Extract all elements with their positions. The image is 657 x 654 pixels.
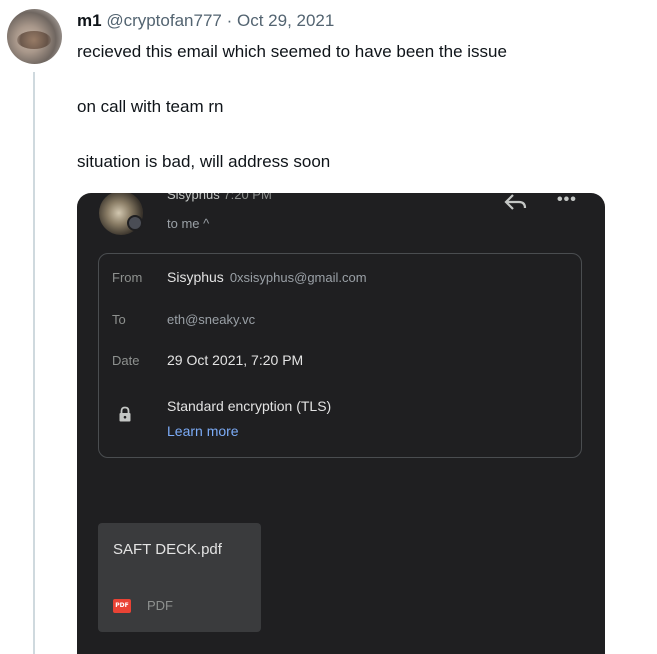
- learn-more-link[interactable]: Learn more: [167, 423, 239, 439]
- to-label: To: [112, 312, 126, 327]
- email-screenshot[interactable]: Sisyphus 7:20 PM to me ^ ••• From Sisyph…: [77, 193, 605, 654]
- lock-icon: [119, 406, 131, 422]
- email-time: 7:20 PM: [223, 193, 272, 202]
- sender-name: Sisyphus: [167, 193, 220, 202]
- reply-icon[interactable]: [503, 193, 529, 213]
- tweet-date[interactable]: Oct 29, 2021: [237, 11, 334, 30]
- author-handle[interactable]: @cryptofan777: [106, 11, 222, 30]
- tweet-text-line-3: situation is bad, will address soon: [77, 152, 331, 171]
- attachment-name: SAFT DECK.pdf: [113, 541, 222, 558]
- thread-line: [33, 72, 35, 654]
- pdf-icon: PDF: [113, 599, 131, 613]
- author-name[interactable]: m1: [77, 11, 102, 30]
- tweet-text-line-1: recieved this email which seemed to have…: [77, 42, 507, 61]
- date-label: Date: [112, 353, 140, 368]
- to-me-toggle[interactable]: to me ^: [167, 216, 209, 231]
- author-avatar[interactable]: [7, 9, 62, 64]
- from-value: Sisyphus 0xsisyphus@gmail.com: [167, 269, 367, 285]
- sender-avatar: [99, 193, 143, 235]
- more-options-icon[interactable]: •••: [557, 193, 577, 209]
- attachment-type: PDF: [147, 598, 173, 613]
- from-label: From: [112, 270, 143, 285]
- from-email[interactable]: 0xsisyphus@gmail.com: [230, 270, 367, 285]
- to-value[interactable]: eth@sneaky.vc: [167, 312, 255, 327]
- encryption-text: Standard encryption (TLS): [167, 398, 332, 414]
- attachment-card[interactable]: SAFT DECK.pdf PDF PDF: [98, 523, 261, 632]
- tweet-header: m1 @cryptofan777 · Oct 29, 2021: [77, 11, 334, 31]
- separator: ·: [226, 11, 233, 30]
- from-name: Sisyphus: [167, 269, 224, 285]
- sender-name-cut: Sisyphus 7:20 PM: [167, 193, 272, 202]
- tweet-text-line-2: on call with team rn: [77, 97, 224, 116]
- email-details-panel: From Sisyphus 0xsisyphus@gmail.com To eth…: [98, 253, 582, 458]
- date-value: 29 Oct 2021, 7:20 PM: [167, 352, 304, 368]
